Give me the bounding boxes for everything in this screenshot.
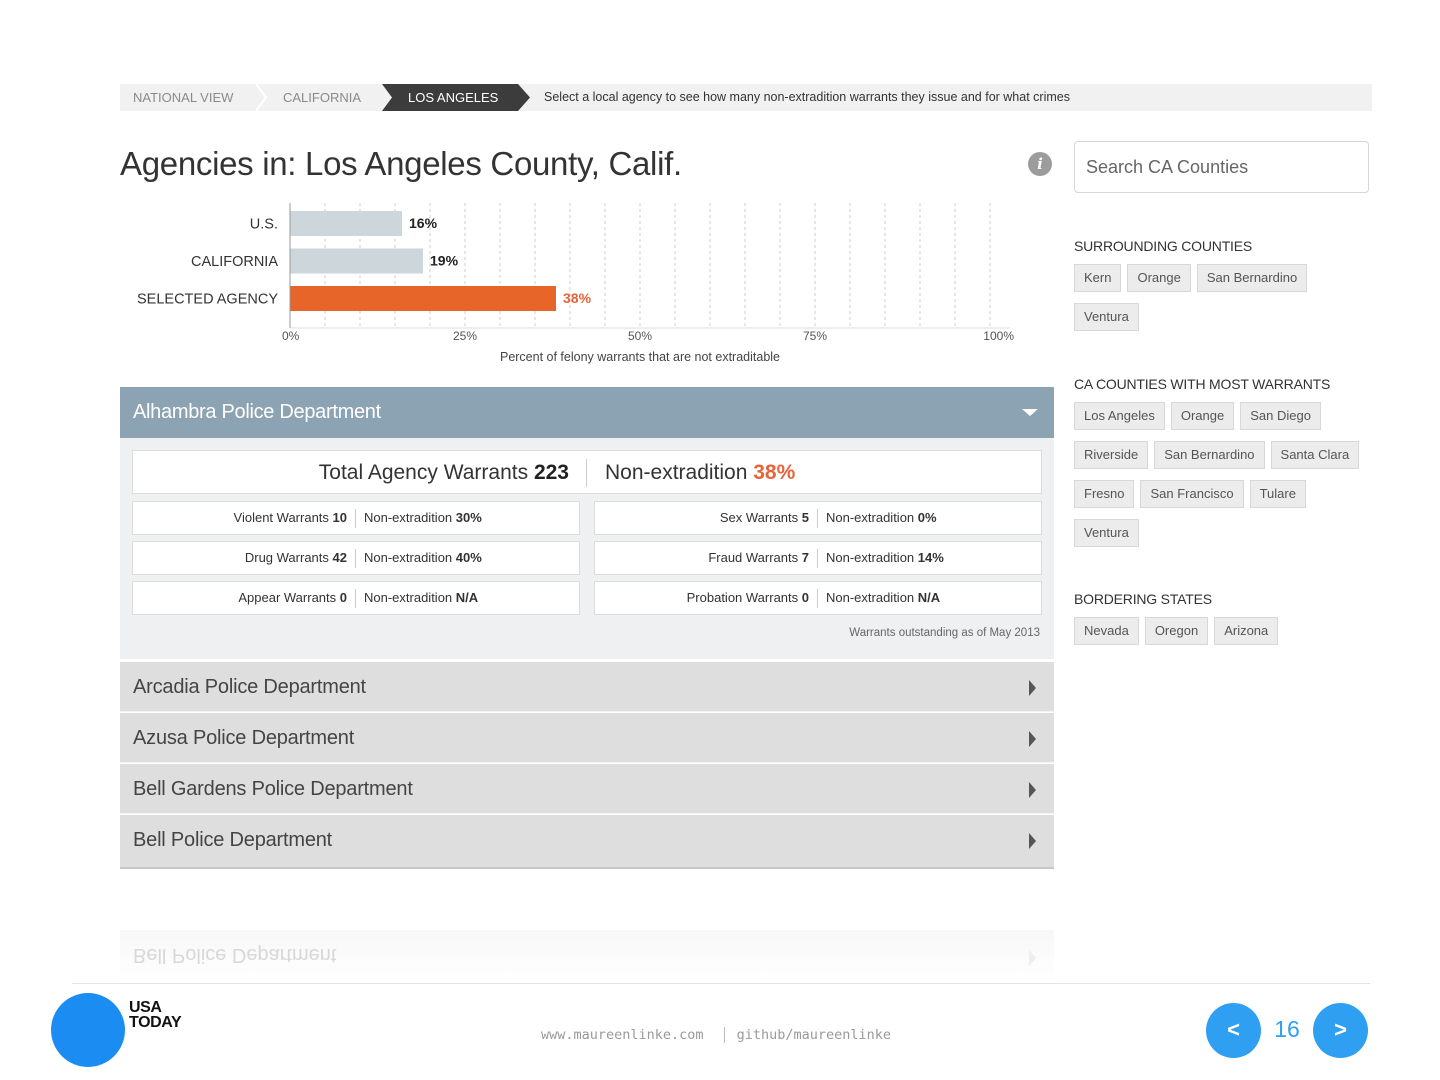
county-chip-san-diego[interactable]: San Diego [1240,402,1321,430]
county-chip-ventura[interactable]: Ventura [1074,303,1139,331]
county-chip-kern[interactable]: Kern [1074,264,1122,292]
breadcrumb-california[interactable]: CALIFORNIA [283,84,361,111]
chart-value-label: 19% [430,253,459,269]
chart-value-label: 16% [409,215,438,231]
agency-accordion-header-expanded[interactable]: Alhambra Police Department [120,387,1054,438]
footer-divider [72,983,1370,984]
state-chip-oregon[interactable]: Oregon [1144,617,1209,645]
non-extradition-value: 38% [753,461,796,484]
website-link[interactable]: www.maureenlinke.com [541,1027,704,1043]
state-chip-arizona[interactable]: Arizona [1214,617,1279,645]
usa-today-logo-dot [51,993,125,1067]
most-warrants-heading: CA COUNTIES WITH MOST WARRANTS [1074,376,1331,392]
previous-slide-button[interactable]: < [1206,1003,1261,1058]
usa-today-logo: USA TODAY [129,999,182,1031]
divider [586,459,587,487]
bordering-states-list: Nevada Oregon Arizona [1074,617,1370,645]
chart-tick-label: 75% [803,329,827,343]
chart-bar [290,286,556,311]
warrant-category-drug: Drug Warrants 42 Non-extradition 40% [132,541,580,575]
breadcrumb-national-view[interactable]: NATIONAL VIEW [133,84,233,111]
data-as-of-note: Warrants outstanding as of May 2013 [849,627,1040,639]
county-chip-orange[interactable]: Orange [1170,402,1235,430]
next-slide-button[interactable]: > [1313,1003,1368,1058]
county-chip-san-bernardino[interactable]: San Bernardino [1154,441,1265,469]
caret-right-icon [1029,680,1036,696]
breadcrumb: NATIONAL VIEW CALIFORNIA LOS ANGELES Sel… [120,84,1372,111]
bordering-states-heading: BORDERING STATES [1074,591,1212,607]
warrant-category-fraud: Fraud Warrants 7 Non-extradition 14% [594,541,1042,575]
agency-details-panel: Total Agency Warrants 223 Non-extraditio… [120,438,1054,659]
chart-category-label: SELECTED AGENCY [137,292,278,308]
most-warrants-list: Los Angeles Orange San Diego Riverside S… [1074,402,1370,547]
county-chip-orange[interactable]: Orange [1127,264,1191,292]
chart-bar [290,248,423,274]
agency-row-azusa[interactable]: Azusa Police Department [120,713,1054,763]
county-chip-santa-clara[interactable]: Santa Clara [1270,441,1360,469]
chart-tick-label: 0% [282,329,300,343]
github-link[interactable]: github/maureenlinke [737,1027,891,1043]
breadcrumb-separator-icon [255,84,268,111]
caret-down-icon [1022,409,1038,416]
warrant-category-probation: Probation Warrants 0 Non-extradition N/A [594,581,1042,615]
chart-tick-label: 50% [628,329,652,343]
list-reflection: Bell Police Department [120,930,1054,982]
warrant-category-appear: Appear Warrants 0 Non-extradition N/A [132,581,580,615]
surrounding-counties-heading: SURROUNDING COUNTIES [1074,238,1253,254]
caret-right-icon [1029,950,1036,966]
chart-category-labels: U.S. CALIFORNIA SELECTED AGENCY [137,217,278,308]
county-chip-san-bernardino[interactable]: San Bernardino [1196,264,1308,292]
caret-right-icon [1029,782,1036,798]
chart-x-axis-label: Percent of felony warrants that are not … [500,350,780,364]
agency-totals: Total Agency Warrants 223 Non-extraditio… [132,450,1042,494]
caret-right-icon [1029,833,1036,849]
warrant-category-violent: Violent Warrants 10 Non-extradition 30% [132,501,580,535]
total-warrants-value: 223 [533,461,569,484]
chart-category-label: U.S. [250,217,278,233]
footer-links: www.maureenlinke.com github/maureenlinke [541,1027,891,1043]
chart-tick-labels: 0% 25% 50% 75% 100% [282,329,1014,343]
agency-row-bell[interactable]: Bell Police Department [120,815,1054,869]
search-counties-input[interactable] [1074,141,1369,193]
chart-bar [290,211,402,236]
info-icon[interactable]: i [1028,152,1052,176]
surrounding-counties-list: Kern Orange San Bernardino Ventura [1074,264,1370,331]
page-title: Agencies in: Los Angeles County, Calif. [120,145,682,182]
non-extradition-bar-chart: U.S.CALIFORNIASELECTED AGENCY 16%19%38% … [137,203,1014,364]
breadcrumb-los-angeles[interactable]: LOS ANGELES [382,84,530,111]
chart-category-label: CALIFORNIA [191,254,278,270]
state-chip-nevada[interactable]: Nevada [1074,617,1139,645]
caret-right-icon [1029,731,1036,747]
chart-tick-label: 100% [983,329,1014,343]
agency-row-arcadia[interactable]: Arcadia Police Department [120,662,1054,712]
county-chip-ventura[interactable]: Ventura [1074,519,1139,547]
breadcrumb-hint: Select a local agency to see how many no… [544,90,1070,104]
county-chip-los-angeles[interactable]: Los Angeles [1074,402,1165,430]
county-chip-fresno[interactable]: Fresno [1074,480,1135,508]
chart-tick-label: 25% [453,329,477,343]
total-warrants-label: Total Agency Warrants [318,461,529,484]
agency-row-bell-gardens[interactable]: Bell Gardens Police Department [120,764,1054,814]
county-chip-san-francisco[interactable]: San Francisco [1140,480,1244,508]
page-number: 16 [1274,1016,1300,1042]
county-chip-tulare[interactable]: Tulare [1249,480,1306,508]
county-chip-riverside[interactable]: Riverside [1074,441,1149,469]
agency-name: Alhambra Police Department [133,401,381,423]
chart-value-label: 38% [563,290,592,306]
non-extradition-label: Non-extradition [605,461,748,484]
warrant-category-sex: Sex Warrants 5 Non-extradition 0% [594,501,1042,535]
